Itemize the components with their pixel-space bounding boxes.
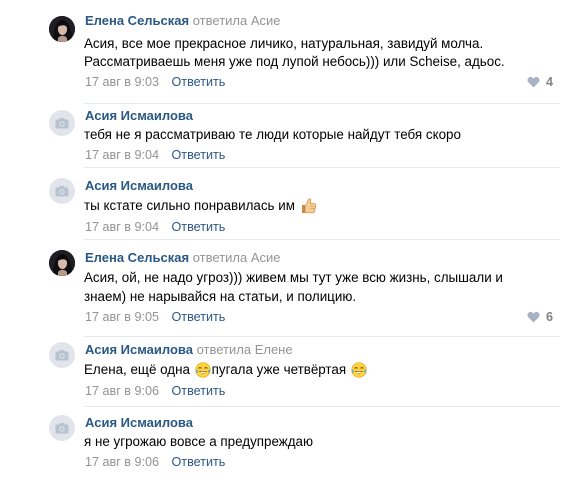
author-name[interactable]: Асия Исмаилова (85, 342, 193, 357)
avatar[interactable] (49, 250, 75, 276)
reply-button[interactable]: Ответить (172, 384, 226, 398)
comment-text-line: Асия, ой, не надо угроз))) живем мы тут … (84, 270, 503, 285)
thumbs-up-emoji (300, 197, 317, 219)
heart-icon (527, 76, 540, 88)
author-name[interactable]: Асия Исмаилова (85, 415, 193, 430)
comment-text-line: я не угрожаю вовсе а предупреждаю (84, 434, 314, 449)
comment-meta: 17 авг в 9:04 Ответить (85, 219, 225, 235)
like-count: 4 (545, 75, 553, 89)
comment-item: Асия Исмаилова ответила Елене Елена, ещё… (0, 337, 570, 407)
comment-item: Асия Исмаилова тебя не я рассматриваю те… (0, 104, 570, 168)
comment-item: Елена Сельская ответила Асие Асия, ой, н… (0, 240, 570, 337)
like-button[interactable]: 6 (527, 309, 553, 325)
reply-button[interactable]: Ответить (172, 455, 226, 469)
comment-meta: 17 авг в 9:05 Ответить (85, 309, 225, 325)
reply-to-label[interactable]: ответила Асие (193, 250, 281, 265)
comment-header: Асия Исмаилова ответила Елене (85, 342, 293, 358)
reply-button[interactable]: Ответить (172, 310, 226, 324)
comment-meta: 17 авг в 9:03 Ответить (85, 74, 225, 90)
comment-item: Елена Сельская ответила Асие Асия, все м… (0, 0, 570, 104)
comment-date[interactable]: 17 авг в 9:04 (85, 148, 159, 162)
comment-header: Елена Сельская ответила Асие (85, 250, 281, 266)
comment-text-line: тебя не я рассматриваю те люди которые н… (84, 127, 461, 142)
comment-item: Асия Исмаилова ты кстате сильно понравил… (0, 168, 570, 240)
comment-header: Асия Исмаилова (85, 415, 193, 431)
avatar[interactable] (49, 110, 75, 136)
avatar[interactable] (49, 342, 75, 368)
comment-header: Елена Сельская ответила Асие (85, 13, 281, 29)
heart-icon (527, 311, 540, 323)
comment-header: Асия Исмаилова (85, 178, 193, 194)
comment-date[interactable]: 17 авг в 9:06 (85, 384, 159, 398)
author-name[interactable]: Асия Исмаилова (85, 108, 193, 123)
comment-date[interactable]: 17 авг в 9:04 (85, 220, 159, 234)
comment-date[interactable]: 17 авг в 9:05 (85, 310, 159, 324)
tears-of-joy-emoji (195, 362, 211, 383)
comment-text: ты кстате сильно понравилась им (84, 197, 318, 219)
comment-header: Асия Исмаилова (85, 108, 193, 124)
comment-meta: 17 авг в 9:06 Ответить (85, 454, 225, 470)
comment-text: Елена, ещё одна пугала уже четвёртая (84, 361, 368, 383)
author-name[interactable]: Елена Сельская (85, 13, 189, 28)
comment-text-line: Асия, все мое прекрасное личико, натурал… (84, 36, 484, 51)
avatar[interactable] (49, 415, 75, 441)
reply-to-label[interactable]: ответила Асие (193, 13, 281, 28)
comment-item: Асия Исмаилова я не угрожаю вовсе а пред… (0, 407, 570, 480)
author-name[interactable]: Елена Сельская (85, 250, 189, 265)
comment-text-part: пугала уже четвёртая (211, 362, 347, 377)
comment-date[interactable]: 17 авг в 9:06 (85, 455, 159, 469)
camera-icon (55, 350, 69, 361)
comment-text-part: Елена, ещё одна (84, 362, 190, 377)
like-count: 6 (545, 310, 553, 324)
like-button[interactable]: 4 (527, 74, 553, 90)
avatar[interactable] (49, 16, 75, 42)
comment-text-line: Рассматриваешь меня уже под лупой небось… (84, 54, 505, 69)
reply-button[interactable]: Ответить (172, 75, 226, 89)
avatar[interactable] (49, 178, 75, 204)
camera-icon (55, 186, 69, 197)
comment-date[interactable]: 17 авг в 9:03 (85, 75, 159, 89)
reply-to-label[interactable]: ответила Елене (197, 342, 293, 357)
camera-icon (55, 423, 69, 434)
comment-thread: Елена Сельская ответила Асие Асия, все м… (0, 0, 570, 480)
tears-of-joy-emoji (351, 362, 367, 383)
reply-button[interactable]: Ответить (172, 220, 226, 234)
author-name[interactable]: Асия Исмаилова (85, 178, 193, 193)
comment-text-line: ты кстате сильно понравилась им (84, 198, 295, 213)
camera-icon (55, 118, 69, 129)
comment-meta: 17 авг в 9:04 Ответить (85, 147, 225, 163)
comment-meta: 17 авг в 9:06 Ответить (85, 383, 225, 399)
comment-text-line: знаем) не нарывайся на статьи, и полицию… (84, 289, 357, 304)
reply-button[interactable]: Ответить (172, 148, 226, 162)
